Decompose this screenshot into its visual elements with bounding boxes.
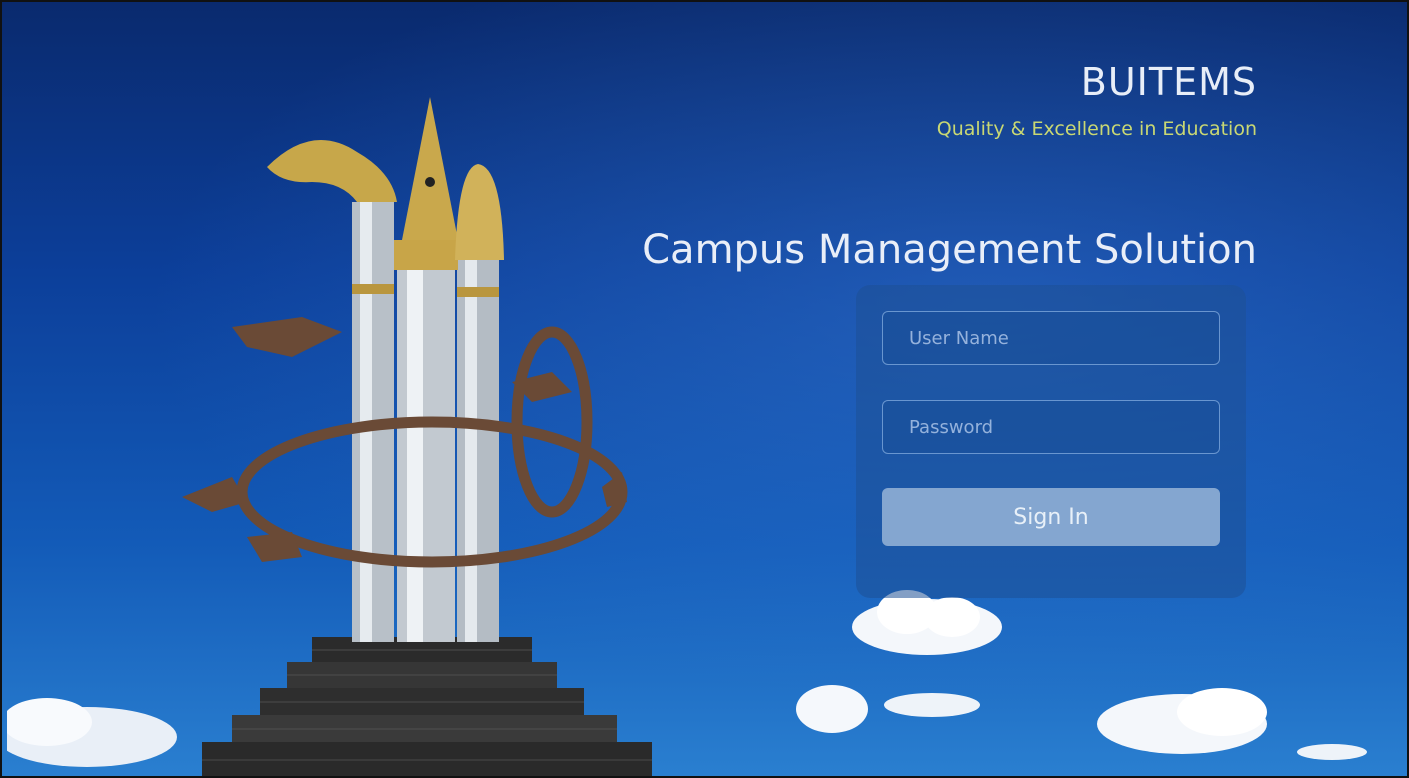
cloud-image xyxy=(796,685,868,733)
feather-shape xyxy=(267,140,397,202)
app-title: Campus Management Solution xyxy=(642,227,1257,273)
brand-block: BUITEMS Quality & Excellence in Educatio… xyxy=(937,60,1257,140)
brand-tagline: Quality & Excellence in Education xyxy=(936,118,1257,140)
password-input[interactable] xyxy=(882,400,1220,454)
username-input[interactable] xyxy=(882,311,1220,365)
signin-button[interactable]: Sign In xyxy=(882,488,1220,546)
brand-title: BUITEMS xyxy=(1080,60,1257,104)
monument-steps xyxy=(202,637,652,776)
pen-nib-shape xyxy=(402,97,458,240)
login-panel: Sign In xyxy=(856,285,1246,598)
cloud-image xyxy=(7,698,177,767)
brush-tip-shape xyxy=(455,164,504,260)
cloud-image xyxy=(1097,688,1267,754)
cloud-image xyxy=(884,693,980,717)
login-page: BUITEMS Quality & Excellence in Educatio… xyxy=(0,0,1409,778)
monument-image xyxy=(182,97,652,776)
cloud-image xyxy=(1297,744,1367,760)
